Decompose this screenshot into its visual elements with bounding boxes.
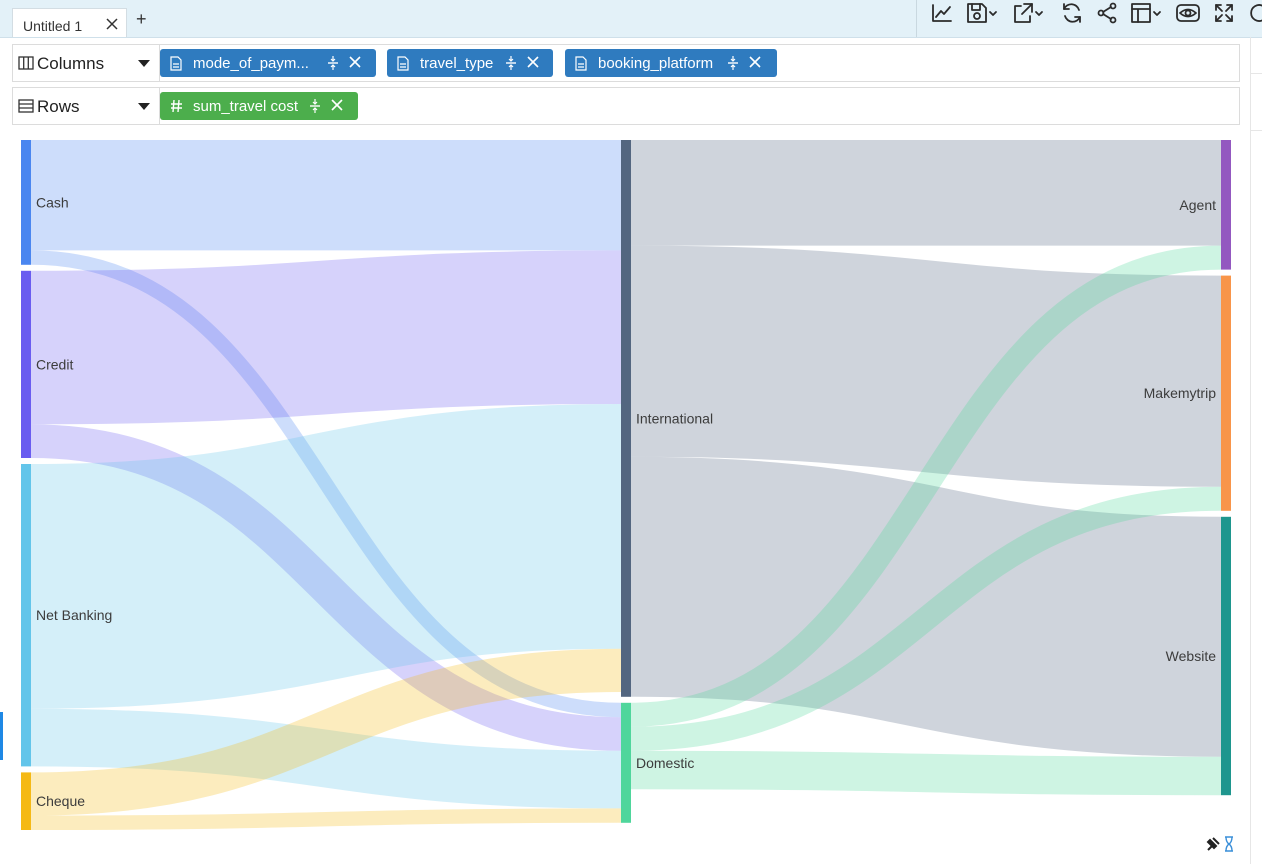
- node-cheque[interactable]: [21, 772, 31, 830]
- close-icon[interactable]: [527, 56, 539, 68]
- sankey-chart: Cash Credit Net Banking Cheque International…: [21, 140, 1231, 830]
- node-makemytrip[interactable]: [1221, 275, 1231, 511]
- node-label-international: International: [636, 410, 713, 426]
- node-net-banking[interactable]: [21, 464, 31, 767]
- fullscreen-icon[interactable]: [1212, 0, 1236, 26]
- node-label-net-banking: Net Banking: [36, 607, 112, 623]
- text-field-icon: [575, 55, 589, 71]
- add-tab-button[interactable]: +: [136, 10, 147, 28]
- top-bar: Untitled 1 +: [0, 0, 1262, 38]
- node-domestic[interactable]: [621, 702, 631, 823]
- layout-icon[interactable]: [1129, 0, 1165, 26]
- columns-icon: [18, 56, 34, 70]
- pin-icon[interactable]: [1206, 837, 1220, 851]
- sort-icon[interactable]: [505, 55, 517, 71]
- sort-icon[interactable]: [327, 55, 339, 71]
- text-field-icon: [170, 55, 184, 71]
- pill-label: sum_travel cost: [193, 97, 299, 115]
- column-pill-travel-type[interactable]: travel_type: [387, 49, 553, 77]
- columns-shelf-header[interactable]: Columns: [13, 45, 160, 81]
- tab-label: Untitled 1: [23, 18, 83, 34]
- pill-label: booking_platform: [598, 54, 714, 72]
- node-label-agent: Agent: [1179, 197, 1216, 213]
- tab-untitled[interactable]: Untitled 1: [12, 8, 127, 37]
- refresh-icon[interactable]: [1059, 0, 1085, 26]
- node-label-credit: Credit: [36, 356, 73, 372]
- node-label-cheque: Cheque: [36, 793, 85, 809]
- panel-cell: [1251, 37, 1262, 74]
- reload-icon[interactable]: [1247, 0, 1262, 26]
- sort-icon[interactable]: [309, 98, 321, 114]
- line-chart-icon[interactable]: [930, 0, 954, 26]
- column-pill-booking-platform[interactable]: booking_platform: [565, 49, 777, 77]
- rows-shelf: Rows sum_travel cost: [12, 87, 1240, 125]
- link-credit-to-international[interactable]: [30, 250, 622, 425]
- save-icon[interactable]: [965, 0, 1001, 26]
- export-icon[interactable]: [1011, 0, 1047, 26]
- rows-icon: [18, 99, 34, 113]
- node-international[interactable]: [621, 140, 631, 697]
- node-label-domestic: Domestic: [636, 755, 694, 771]
- node-website[interactable]: [1221, 516, 1231, 796]
- number-field-icon: [170, 98, 184, 114]
- pill-label: mode_of_paym...: [193, 54, 309, 72]
- text-field-icon: [397, 55, 411, 71]
- right-panel-edge: [1250, 37, 1262, 864]
- close-icon[interactable]: [749, 56, 761, 68]
- columns-shelf: Columns mode_of_paym... travel_type book…: [12, 44, 1240, 82]
- pill-label: travel_type: [420, 54, 494, 72]
- toolbar: [916, 0, 1262, 37]
- rows-shelf-title: Rows: [37, 97, 80, 116]
- link-cheque-to-domestic[interactable]: [30, 808, 622, 830]
- panel-cell: [1251, 74, 1262, 131]
- sort-icon[interactable]: [727, 55, 739, 71]
- node-label-cash: Cash: [36, 194, 69, 210]
- link-domestic-to-website[interactable]: [630, 750, 1222, 796]
- chevron-down-icon[interactable]: [138, 103, 150, 110]
- tab-close-icon[interactable]: [105, 17, 119, 31]
- hourglass-icon[interactable]: [1225, 836, 1233, 852]
- rows-shelf-header[interactable]: Rows: [13, 88, 160, 124]
- close-icon[interactable]: [349, 56, 361, 68]
- node-credit[interactable]: [21, 270, 31, 458]
- preview-eye-icon[interactable]: [1175, 0, 1201, 26]
- footer-icons: [1206, 836, 1233, 852]
- column-pill-mode-of-payment[interactable]: mode_of_paym...: [160, 49, 376, 77]
- link-net-banking-to-international[interactable]: [30, 404, 622, 709]
- share-icon[interactable]: [1095, 0, 1119, 26]
- chevron-down-icon[interactable]: [138, 60, 150, 67]
- link-international-to-makemytrip[interactable]: [630, 245, 1222, 487]
- row-pill-sum-travel-cost[interactable]: sum_travel cost: [160, 92, 358, 120]
- close-icon[interactable]: [331, 99, 343, 111]
- node-agent[interactable]: [1221, 140, 1231, 270]
- columns-shelf-title: Columns: [37, 54, 105, 73]
- node-label-website: Website: [1166, 648, 1217, 664]
- node-cash[interactable]: [21, 140, 31, 265]
- node-label-makemytrip: Makemytrip: [1144, 385, 1217, 401]
